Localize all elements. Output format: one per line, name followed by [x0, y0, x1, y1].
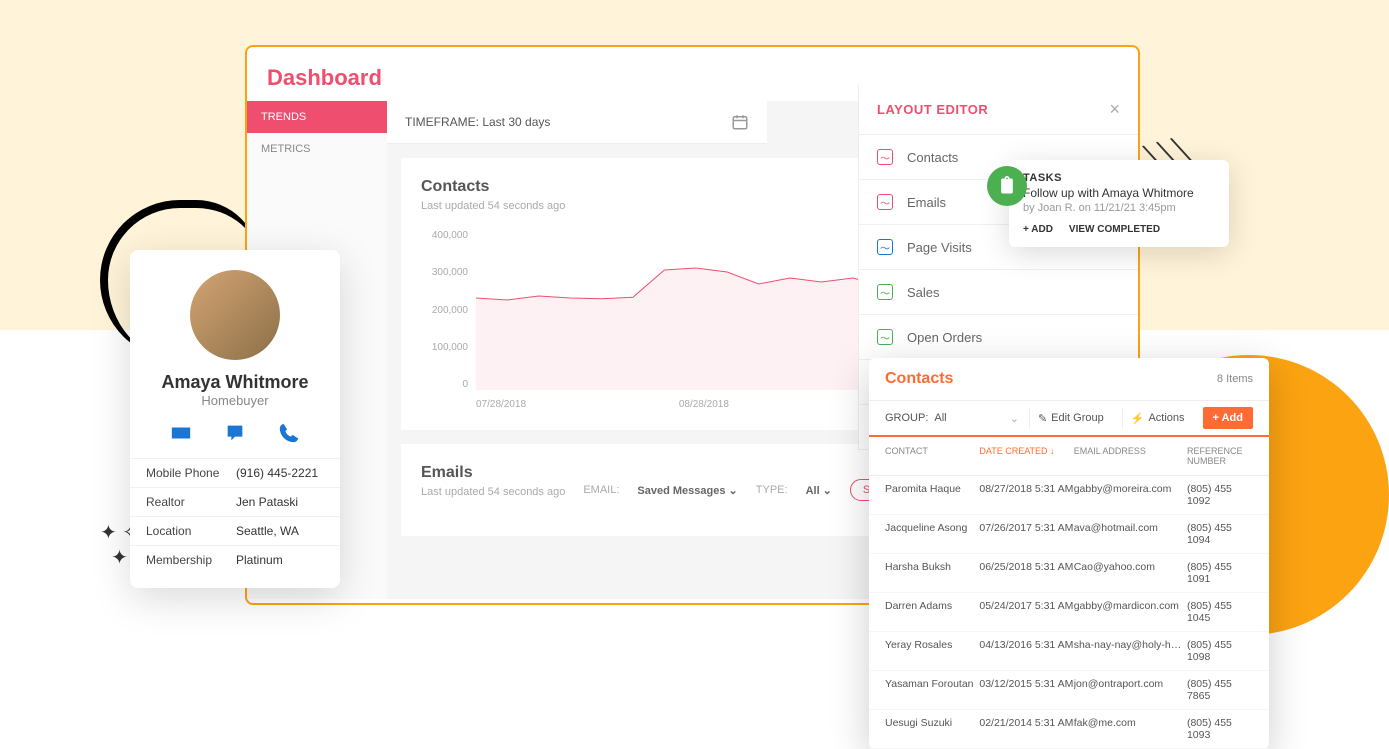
email-filter-label: EMAIL: [583, 484, 619, 496]
sidebar-item-trends[interactable]: TRENDS [247, 101, 387, 133]
layout-editor-title: LAYOUT EDITOR [877, 102, 988, 117]
contact-field: Mobile Phone(916) 445-2221 [130, 458, 340, 487]
calendar-icon [731, 113, 749, 131]
card-subtitle: Last updated 54 seconds ago [421, 486, 565, 498]
group-selector[interactable]: GROUP: All ⌄ [885, 412, 1019, 425]
layout-item-open-orders[interactable]: 〜Open Orders [859, 315, 1138, 360]
tasks-title: TASKS [1023, 172, 1215, 184]
col-contact[interactable]: CONTACT [885, 446, 979, 466]
table-row[interactable]: Paromita Haque08/27/2018 5:31 AMgabby@mo… [869, 476, 1269, 515]
email-filter-value[interactable]: Saved Messages ⌄ [637, 484, 737, 497]
type-filter-label: TYPE: [756, 484, 788, 496]
chart-icon: 〜 [877, 329, 893, 345]
table-row[interactable]: Jacqueline Asong07/26/2017 5:31 AMava@ho… [869, 515, 1269, 554]
add-task-button[interactable]: + ADD [1023, 224, 1053, 235]
chart-icon: 〜 [877, 284, 893, 300]
col-email[interactable]: EMAIL ADDRESS [1074, 446, 1187, 466]
table-row[interactable]: Yeray Rosales04/13/2016 5:31 AMsha-nay-n… [869, 632, 1269, 671]
contact-field: LocationSeattle, WA [130, 516, 340, 545]
card-title: Emails [421, 464, 565, 482]
tasks-description: Follow up with Amaya Whitmore [1023, 186, 1215, 200]
contact-card: Amaya Whitmore Homebuyer Mobile Phone(91… [130, 250, 340, 588]
tasks-card: TASKS Follow up with Amaya Whitmore by J… [1009, 160, 1229, 247]
chart-icon: 〜 [877, 149, 893, 165]
close-icon[interactable]: × [1109, 99, 1120, 120]
tasks-badge-icon [987, 166, 1027, 206]
chart-icon: 〜 [877, 194, 893, 210]
phone-icon[interactable] [278, 422, 300, 444]
contact-name: Amaya Whitmore [130, 372, 340, 393]
view-completed-button[interactable]: VIEW COMPLETED [1069, 224, 1160, 235]
chevron-down-icon: ⌄ [1010, 412, 1019, 425]
table-row[interactable]: Yasaman Foroutan03/12/2015 5:31 AMjon@on… [869, 671, 1269, 710]
timeframe-selector[interactable]: TIMEFRAME: Last 30 days [387, 101, 767, 144]
table-row[interactable]: Harsha Buksh06/25/2018 5:31 AMCao@yahoo.… [869, 554, 1269, 593]
contacts-title: Contacts [885, 370, 953, 388]
tasks-meta: by Joan R. on 11/21/21 3:45pm [1023, 202, 1215, 214]
avatar [190, 270, 280, 360]
contacts-panel: Contacts 8 Items GROUP: All ⌄ ✎ Edit Gro… [869, 358, 1269, 749]
sidebar-item-metrics[interactable]: METRICS [247, 133, 387, 165]
contact-role: Homebuyer [130, 393, 340, 408]
timeframe-label: TIMEFRAME: Last 30 days [405, 115, 550, 129]
edit-group-button[interactable]: ✎ Edit Group [1029, 408, 1112, 429]
layout-item-sales[interactable]: 〜Sales [859, 270, 1138, 315]
contacts-count: 8 Items [1217, 373, 1253, 385]
contact-field: RealtorJen Pataski [130, 487, 340, 516]
contact-field: MembershipPlatinum [130, 545, 340, 574]
type-filter-value[interactable]: All ⌄ [806, 484, 832, 497]
chart-icon: 〜 [877, 239, 893, 255]
email-icon[interactable] [170, 422, 192, 444]
col-date-created[interactable]: DATE CREATED ↓ [979, 446, 1073, 466]
actions-button[interactable]: ⚡ Actions [1122, 408, 1193, 429]
table-row[interactable]: Uesugi Suzuki02/21/2014 5:31 AMfak@me.co… [869, 710, 1269, 749]
table-row[interactable]: Darren Adams05/24/2017 5:31 AMgabby@mard… [869, 593, 1269, 632]
table-header: CONTACT DATE CREATED ↓ EMAIL ADDRESS REF… [869, 437, 1269, 476]
col-reference[interactable]: REFERENCE NUMBER [1187, 446, 1253, 466]
message-icon[interactable] [224, 422, 246, 444]
add-contact-button[interactable]: + Add [1203, 407, 1253, 429]
